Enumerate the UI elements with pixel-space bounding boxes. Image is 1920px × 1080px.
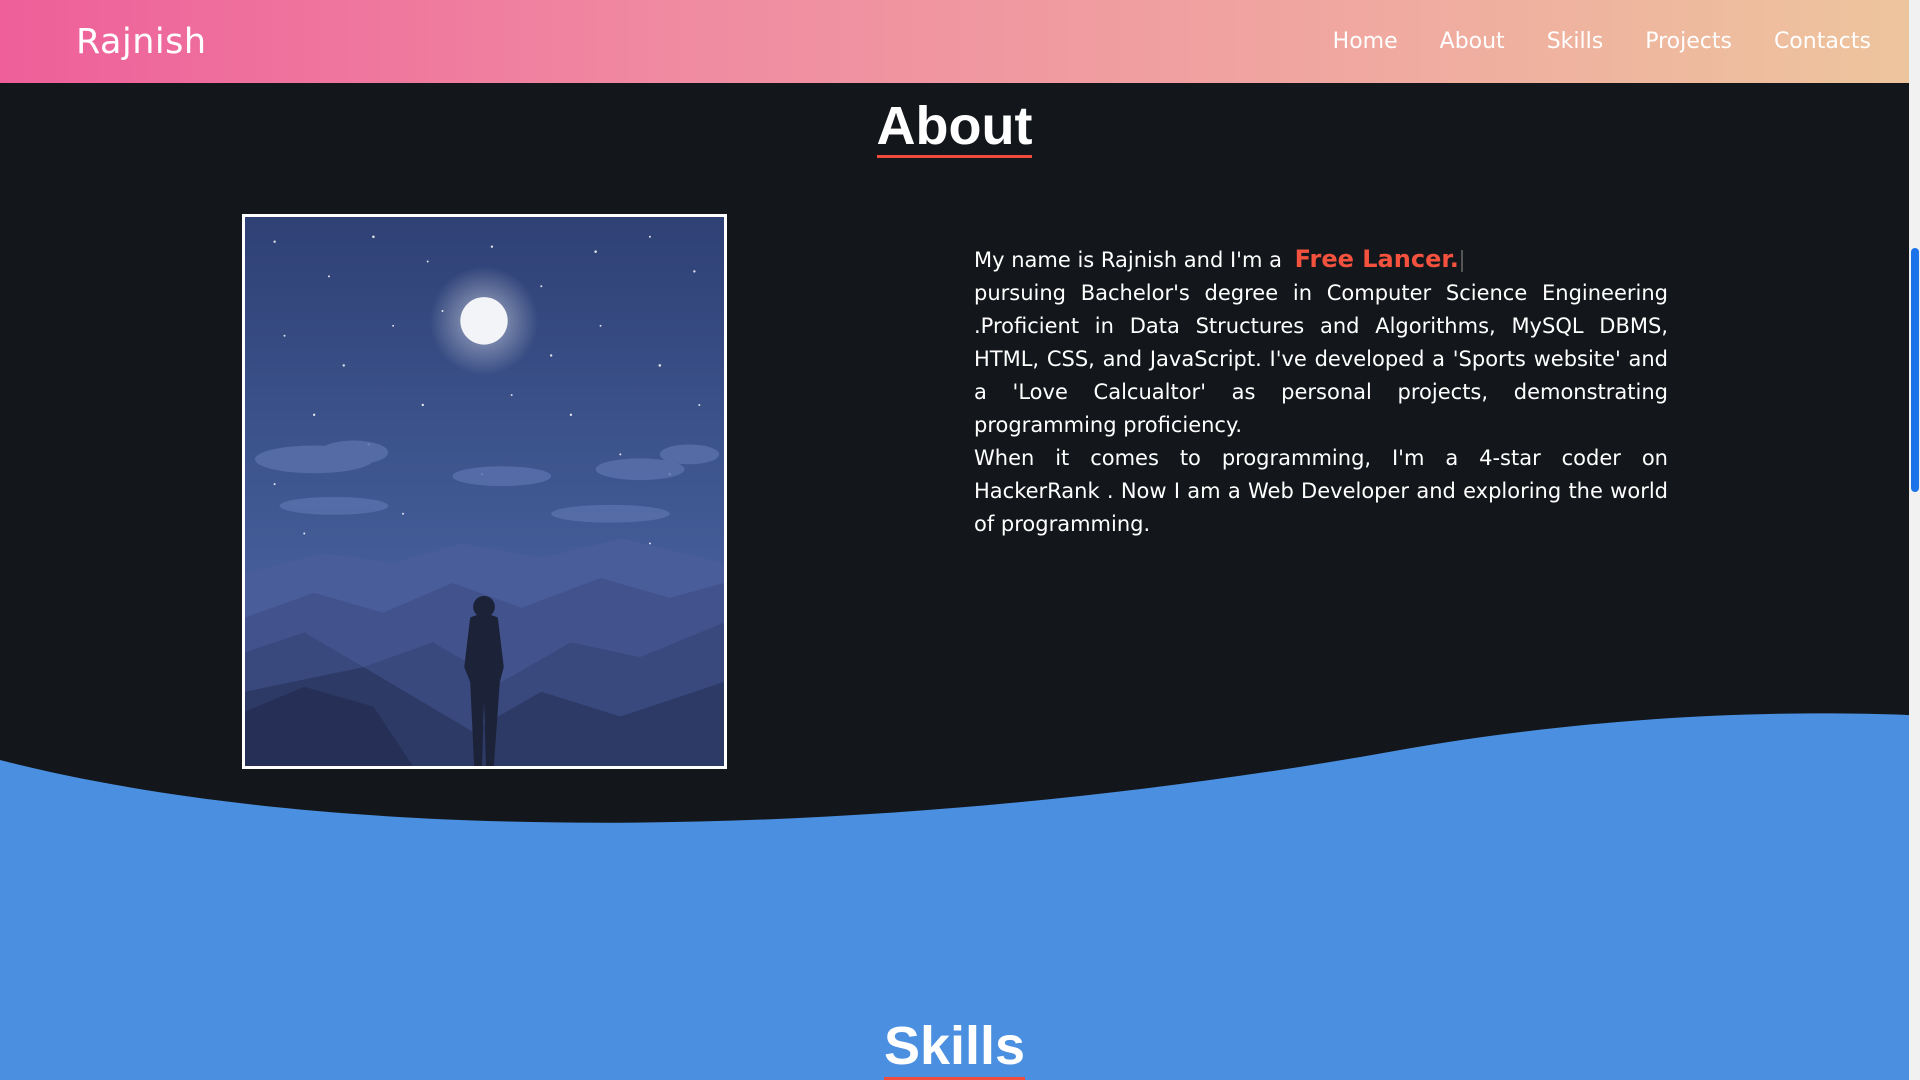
navbar: Rajnish Home About Skills Projects Conta… <box>0 0 1909 83</box>
nav-link-projects[interactable]: Projects <box>1645 29 1732 54</box>
about-paragraph-1: pursuing Bachelor's degree in Computer S… <box>974 281 1668 437</box>
brand-logo[interactable]: Rajnish <box>76 22 207 62</box>
nav-link-home[interactable]: Home <box>1333 29 1398 54</box>
typing-cursor <box>1460 250 1463 272</box>
nav-links: Home About Skills Projects Contacts <box>1333 29 1871 54</box>
nav-link-contacts[interactable]: Contacts <box>1774 29 1871 54</box>
about-paragraph-2: When it comes to programming, I'm a 4-st… <box>974 446 1668 536</box>
profile-image <box>242 214 727 769</box>
about-heading: About <box>0 95 1909 158</box>
typed-role-text: Free Lancer. <box>1294 245 1459 273</box>
about-intro-prefix: My name is Rajnish and I'm a <box>974 248 1282 272</box>
scrollbar-track[interactable] <box>1909 0 1920 1080</box>
nav-link-skills[interactable]: Skills <box>1547 29 1604 54</box>
nav-link-about[interactable]: About <box>1440 29 1505 54</box>
about-description: My name is Rajnish and I'm a Free Lancer… <box>974 243 1668 541</box>
about-heading-text: About <box>876 96 1033 158</box>
scrollbar-thumb[interactable] <box>1911 248 1919 492</box>
skills-heading: Skills <box>0 1015 1909 1080</box>
night-mountain-illustration <box>245 217 724 766</box>
skills-heading-text: Skills <box>883 1015 1026 1080</box>
about-intro-line: My name is Rajnish and I'm a Free Lancer… <box>974 243 1668 277</box>
